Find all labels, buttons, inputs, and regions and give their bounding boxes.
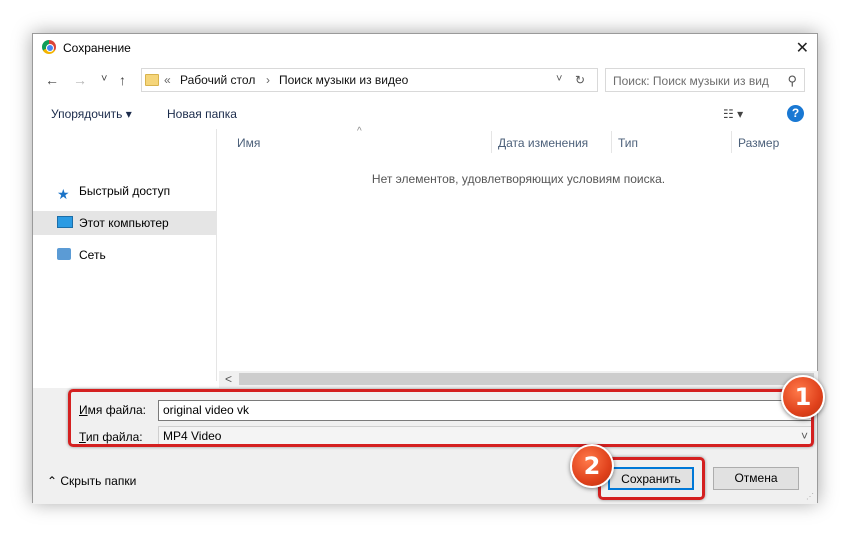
hide-folders-button[interactable]: ⌃ Скрыть папки <box>47 474 136 488</box>
title-bar: Сохранение ✕ <box>33 34 817 62</box>
command-bar: Упорядочить ▾ Новая папка ☷ ▾ ? <box>33 99 817 129</box>
address-bar[interactable]: « Рабочий стол › Поиск музыки из видео ˅… <box>141 68 598 92</box>
window-title: Сохранение <box>63 41 131 55</box>
organize-button[interactable]: Упорядочить ▾ <box>51 107 132 121</box>
refresh-icon[interactable]: ↻ <box>575 73 585 87</box>
navigation-bar: ← → ˅ ↑ « Рабочий стол › Поиск музыки из… <box>33 64 817 96</box>
star-icon: ★ <box>57 186 70 202</box>
resize-grip-icon[interactable]: ⋰ <box>806 492 814 501</box>
sidebar-item-quick-access[interactable]: ★ Быстрый доступ <box>33 179 216 203</box>
annotation-highlight-fields <box>68 389 814 447</box>
column-divider[interactable] <box>731 131 732 153</box>
up-arrow-icon[interactable]: ↑ <box>119 72 126 88</box>
recent-locations-icon[interactable]: ˅ <box>101 73 107 85</box>
breadcrumb-separator[interactable]: › <box>266 73 270 87</box>
back-arrow-icon[interactable]: ← <box>45 72 59 88</box>
sidebar-item-this-pc[interactable]: Этот компьютер <box>33 211 216 235</box>
new-folder-button[interactable]: Новая папка <box>167 107 237 121</box>
search-icon[interactable]: ⚲ <box>787 73 797 89</box>
breadcrumb-current-folder[interactable]: Поиск музыки из видео <box>279 73 408 87</box>
sidebar-item-label: Быстрый доступ <box>79 184 171 198</box>
computer-icon <box>57 216 73 228</box>
folder-icon <box>145 74 159 86</box>
sort-arrow-icon: ^ <box>357 126 362 137</box>
column-header-date[interactable]: Дата изменения <box>498 136 588 150</box>
network-icon <box>57 248 71 260</box>
chrome-icon <box>42 40 56 54</box>
cancel-button[interactable]: Отмена <box>713 467 799 490</box>
annotation-badge-two: 2 <box>570 444 614 488</box>
address-dropdown-icon[interactable]: ˅ <box>556 73 562 85</box>
breadcrumb-overflow[interactable]: « <box>164 73 171 87</box>
sidebar-item-label: Этот компьютер <box>79 216 169 230</box>
sidebar-item-label: Сеть <box>79 248 106 262</box>
scroll-left-icon[interactable]: < <box>225 372 232 386</box>
column-header-size[interactable]: Размер <box>738 136 779 150</box>
horizontal-scrollbar[interactable]: < <box>219 371 818 388</box>
annotation-badge-one: 1 <box>781 375 825 419</box>
annotation-highlight-save <box>598 457 705 500</box>
empty-list-message: Нет элементов, удовлетворяющих условиям … <box>371 172 666 186</box>
search-placeholder: Поиск: Поиск музыки из вид <box>613 74 769 88</box>
column-header-type[interactable]: Тип <box>618 136 638 150</box>
search-box[interactable]: Поиск: Поиск музыки из вид ⚲ <box>605 68 805 92</box>
sidebar-item-network[interactable]: Сеть <box>33 243 216 267</box>
file-list[interactable]: ^ Имя Дата изменения Тип Размер Нет элем… <box>219 126 818 379</box>
navigation-pane: ★ Быстрый доступ Этот компьютер Сеть <box>33 129 217 381</box>
scroll-thumb[interactable] <box>239 373 814 385</box>
close-icon[interactable]: ✕ <box>796 38 809 58</box>
view-options-icon[interactable]: ☷ ▾ <box>723 107 743 121</box>
help-icon[interactable]: ? <box>787 105 804 122</box>
breadcrumb-desktop[interactable]: Рабочий стол <box>180 73 255 87</box>
forward-arrow-icon[interactable]: → <box>73 72 87 88</box>
column-header-name[interactable]: Имя <box>237 136 260 150</box>
column-divider[interactable] <box>611 131 612 153</box>
column-divider[interactable] <box>491 131 492 153</box>
